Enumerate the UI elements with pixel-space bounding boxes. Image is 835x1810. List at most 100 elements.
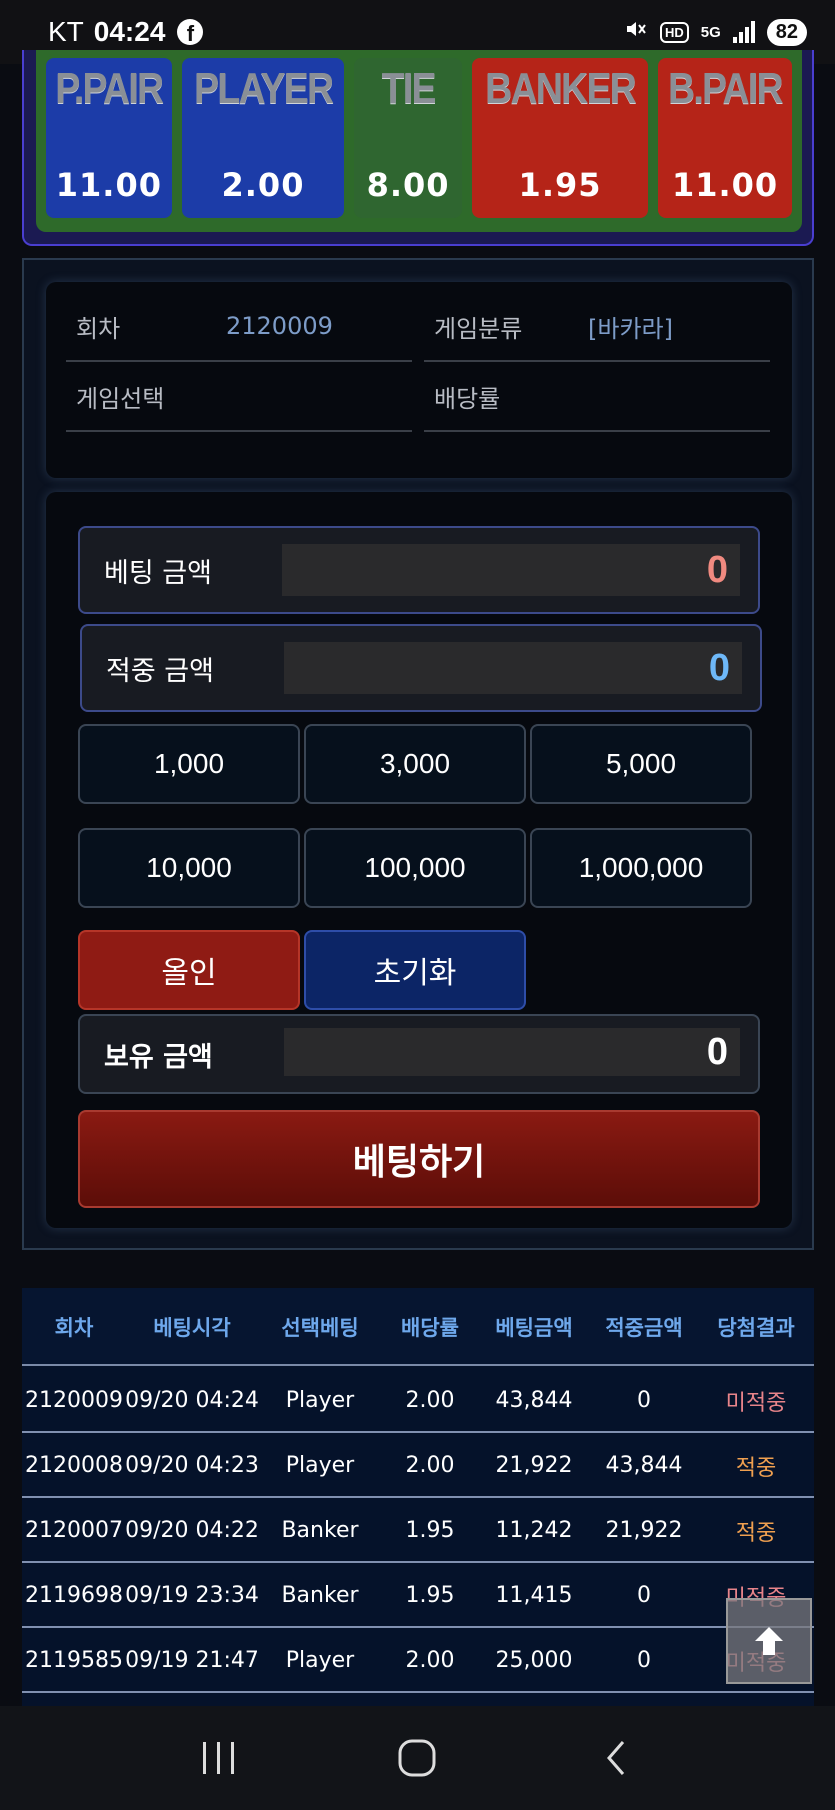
table-row: 2119698 09/19 23:34 Banker 1.95 11,415 0…	[22, 1563, 814, 1628]
header-selection: 선택베팅	[281, 1316, 359, 1340]
recent-apps-icon	[203, 1742, 235, 1774]
win-amount-box: 적중 금액 0	[80, 624, 762, 712]
cell-round: 2120009	[25, 1388, 123, 1413]
header-bet-amount: 베팅금액	[495, 1316, 573, 1340]
table-row: 2120008 09/20 04:23 Player 2.00 21,922 4…	[22, 1433, 814, 1498]
bet-banker-pair-button[interactable]: B.PAIR 11.00	[658, 58, 792, 218]
back-button[interactable]	[576, 1718, 656, 1798]
cell-odds: 1.95	[405, 1583, 455, 1608]
chip-5000-button[interactable]: 5,000	[530, 724, 752, 804]
bet-option-odds: 11.00	[55, 166, 162, 204]
odds-row: 배당률	[424, 362, 770, 432]
cell-bet-amount: 21,922	[495, 1453, 573, 1478]
cell-win-amount: 0	[637, 1583, 651, 1608]
bet-banker-button[interactable]: BANKER 1.95	[471, 58, 649, 218]
back-icon	[606, 1741, 624, 1775]
cell-bet-time: 09/19 23:34	[125, 1583, 259, 1608]
cell-result: 미적중	[725, 1390, 787, 1416]
bet-option-name: P.PAIR	[55, 64, 164, 113]
bet-player-button[interactable]: PLAYER 2.00	[181, 58, 345, 218]
chip-1000-button[interactable]: 1,000	[78, 724, 300, 804]
cell-bet-time: 09/20 04:24	[125, 1388, 259, 1413]
all-in-button[interactable]: 올인	[78, 930, 300, 1010]
battery-icon: 82	[766, 18, 807, 46]
mute-icon	[624, 17, 648, 47]
cell-bet-time: 09/19 21:47	[125, 1648, 259, 1673]
header-bet-time: 베팅시각	[153, 1316, 231, 1340]
table-row: 2120007 09/20 04:22 Banker 1.95 11,242 2…	[22, 1498, 814, 1563]
category-label: 게임분류	[434, 314, 523, 343]
header-win-amount: 적중금액	[605, 1316, 683, 1340]
home-icon	[398, 1739, 436, 1777]
scroll-to-top-button[interactable]	[726, 1598, 812, 1684]
bet-tie-button[interactable]: TIE 8.00	[354, 58, 462, 218]
arrow-up-icon	[755, 1627, 783, 1655]
table-row: 2119585 09/19 21:47 Player 2.00 25,000 0…	[22, 1628, 814, 1693]
cell-bet-amount: 11,242	[495, 1518, 573, 1543]
bet-option-odds: 2.00	[221, 166, 305, 204]
cell-win-amount: 0	[637, 1648, 651, 1673]
reset-button[interactable]: 초기화	[304, 930, 526, 1010]
cell-result: 적중	[735, 1520, 777, 1546]
cell-bet-amount: 11,415	[495, 1583, 573, 1608]
bet-option-odds: 1.95	[518, 166, 602, 204]
balance-label: 보유 금액	[104, 1041, 213, 1073]
cell-win-amount: 21,922	[605, 1518, 683, 1543]
bet-history-table: 회차 베팅시각 선택베팅 배당률 베팅금액 적중금액 당첨결과 2120009 …	[22, 1288, 814, 1708]
cell-round: 2119585	[25, 1648, 123, 1673]
hd-voice-icon: HD	[659, 21, 689, 43]
cell-round: 2120008	[25, 1453, 123, 1478]
cell-round: 2120007	[25, 1518, 123, 1543]
round-label: 회차	[76, 314, 121, 343]
balance-field: 0	[284, 1028, 740, 1076]
clock: 04:24	[93, 16, 166, 47]
bet-option-name: PLAYER	[193, 64, 334, 113]
bet-amount-box: 베팅 금액 0	[78, 526, 760, 614]
cell-bet-amount: 25,000	[495, 1648, 573, 1673]
cell-win-amount: 43,844	[605, 1453, 683, 1478]
category-row: 게임분류 [바카라]	[424, 292, 770, 362]
category-value: [바카라]	[588, 314, 673, 343]
amount-card: 베팅 금액 0 적중 금액 0 1,000 3,000 5,000 10,000…	[46, 492, 792, 1228]
odds-label: 배당률	[434, 384, 501, 413]
signal-icon	[732, 21, 755, 43]
cell-odds: 2.00	[405, 1453, 455, 1478]
cell-round: 2119698	[25, 1583, 123, 1608]
chip-100000-button[interactable]: 100,000	[304, 828, 526, 908]
table-header: 회차 베팅시각 선택베팅 배당률 베팅금액 적중금액 당첨결과	[22, 1288, 814, 1366]
cell-selection: Banker	[281, 1518, 359, 1543]
recent-apps-button[interactable]	[179, 1718, 259, 1798]
chip-10000-button[interactable]: 10,000	[78, 828, 300, 908]
bet-selection-panel: P.PAIR 11.00 PLAYER 2.00 TIE 8.00 BANKER…	[22, 50, 814, 246]
cell-selection: Banker	[281, 1583, 359, 1608]
bet-option-name: TIE	[381, 64, 437, 113]
chip-3000-button[interactable]: 3,000	[304, 724, 526, 804]
header-round: 회차	[54, 1316, 94, 1340]
chip-1000000-button[interactable]: 1,000,000	[530, 828, 752, 908]
bet-option-name: BANKER	[485, 64, 637, 113]
system-nav-bar	[0, 1706, 835, 1810]
win-amount-label: 적중 금액	[106, 655, 214, 687]
cell-result: 적중	[735, 1455, 777, 1481]
cell-win-amount: 0	[637, 1388, 651, 1413]
round-row: 회차 2120009	[66, 292, 412, 362]
game-info-card: 회차 2120009 게임분류 [바카라] 게임선택 배당률	[46, 282, 792, 478]
balance-box: 보유 금액 0	[78, 1014, 760, 1094]
selection-row: 게임선택	[66, 362, 412, 432]
selection-label: 게임선택	[76, 384, 165, 413]
cell-selection: Player	[285, 1388, 355, 1413]
home-button[interactable]	[377, 1718, 457, 1798]
bet-amount-field[interactable]: 0	[282, 544, 740, 596]
table-row: 2120009 09/20 04:24 Player 2.00 43,844 0…	[22, 1368, 814, 1433]
cell-bet-amount: 43,844	[495, 1388, 573, 1413]
place-bet-button[interactable]: 베팅하기	[78, 1110, 760, 1208]
cell-selection: Player	[285, 1648, 355, 1673]
carrier-label: KT	[48, 16, 84, 47]
bet-option-name: B.PAIR	[668, 64, 783, 113]
cell-odds: 2.00	[405, 1388, 455, 1413]
bet-player-pair-button[interactable]: P.PAIR 11.00	[46, 58, 172, 218]
bet-amount-label: 베팅 금액	[104, 557, 212, 589]
cell-bet-time: 09/20 04:23	[125, 1453, 259, 1478]
facebook-icon: f	[177, 19, 204, 45]
round-value: 2120009	[226, 312, 333, 340]
